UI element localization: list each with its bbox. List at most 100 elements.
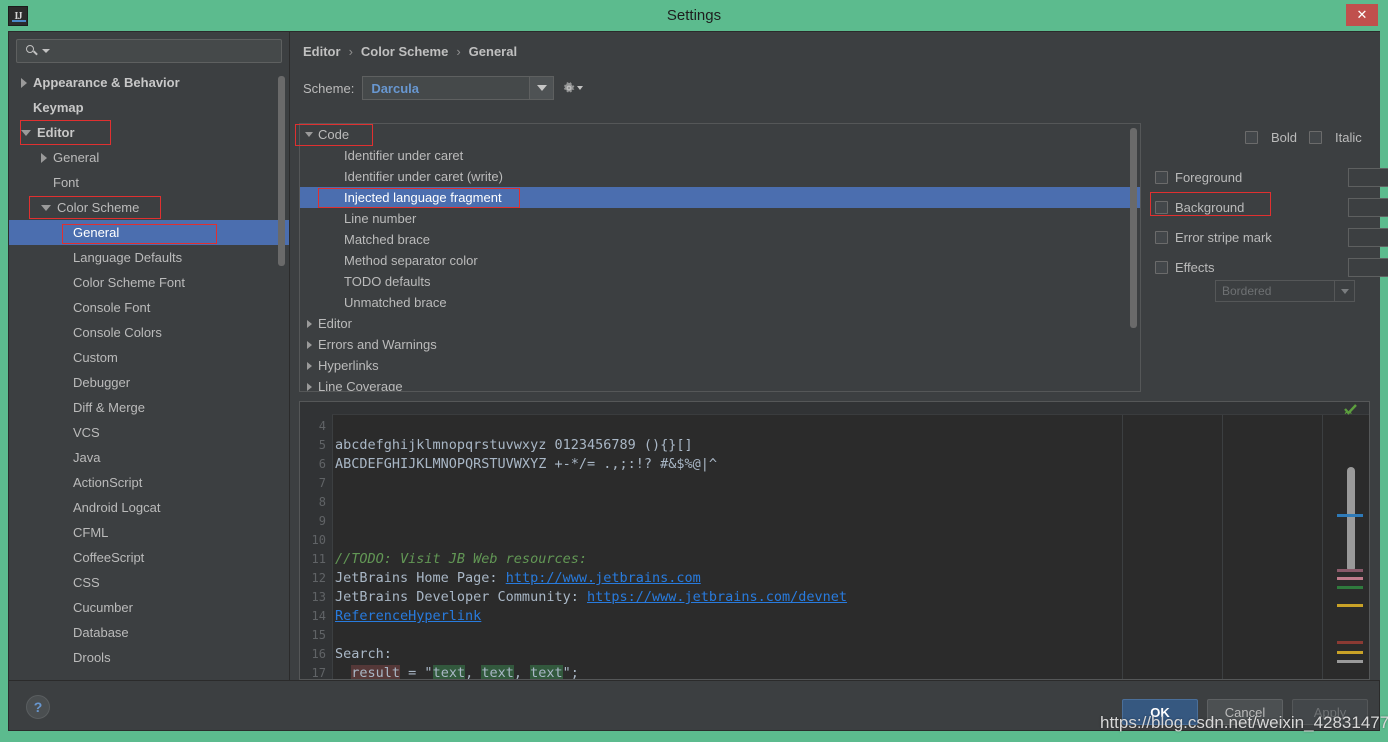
sidebar-item-appearance-behavior[interactable]: Appearance & Behavior bbox=[9, 70, 289, 95]
stripe-marker[interactable] bbox=[1337, 641, 1363, 644]
color-swatch[interactable] bbox=[1348, 227, 1388, 247]
background-checkbox[interactable] bbox=[1155, 200, 1168, 214]
code-token-link[interactable]: https://www.jetbrains.com/devnet bbox=[587, 589, 847, 605]
sidebar-item-console-colors[interactable]: Console Colors bbox=[9, 320, 289, 345]
color-swatch[interactable] bbox=[1348, 167, 1388, 187]
stripe-marker[interactable] bbox=[1337, 569, 1363, 572]
stripe-marker[interactable] bbox=[1337, 577, 1363, 580]
code-token-link[interactable]: http://www.jetbrains.com bbox=[506, 570, 701, 586]
line-number: 11 bbox=[311, 552, 326, 566]
inspection-ok-icon[interactable] bbox=[1343, 403, 1357, 415]
chevron-down-icon[interactable] bbox=[529, 77, 554, 99]
italic-option[interactable]: Italic bbox=[1309, 130, 1362, 145]
color-tree-item-editor[interactable]: Editor bbox=[300, 313, 1140, 334]
help-button[interactable]: ? bbox=[26, 695, 50, 719]
effect-type-combobox[interactable]: Bordered bbox=[1215, 280, 1355, 302]
color-tree-item-hyperlinks[interactable]: Hyperlinks bbox=[300, 355, 1140, 376]
effects-checkbox[interactable] bbox=[1155, 260, 1168, 274]
color-tree-item-identifier-under-caret-write[interactable]: Identifier under caret (write) bbox=[300, 166, 1140, 187]
color-swatch[interactable] bbox=[1348, 257, 1388, 277]
color-tree-item-line-coverage[interactable]: Line Coverage bbox=[300, 376, 1140, 391]
attribute-rows: Foreground Background Error stripe mark Eff… bbox=[1155, 162, 1388, 282]
code-token-plain: = " bbox=[400, 665, 433, 680]
color-tree-item-code[interactable]: Code bbox=[300, 124, 1140, 145]
stripe-marker[interactable] bbox=[1337, 514, 1363, 517]
chevron-right-icon[interactable] bbox=[300, 340, 318, 349]
color-tree-item-identifier-under-caret[interactable]: Identifier under caret bbox=[300, 145, 1140, 166]
title-bar: IJ Settings ✕ bbox=[0, 0, 1388, 31]
search-input[interactable] bbox=[50, 44, 281, 58]
line-number: 8 bbox=[318, 495, 326, 509]
sidebar-item-console-font[interactable]: Console Font bbox=[9, 295, 289, 320]
sidebar-item-diff-merge[interactable]: Diff & Merge bbox=[9, 395, 289, 420]
sidebar-item-label: CoffeeScript bbox=[73, 550, 145, 565]
sidebar-item-coffeescript[interactable]: CoffeeScript bbox=[9, 545, 289, 570]
color-tree-item-unmatched-brace[interactable]: Unmatched brace bbox=[300, 292, 1140, 313]
chevron-down-icon[interactable] bbox=[300, 132, 318, 137]
chevron-down-icon[interactable] bbox=[21, 129, 31, 136]
sidebar-item-color-scheme[interactable]: Color Scheme bbox=[9, 195, 289, 220]
breadcrumb-item[interactable]: General bbox=[469, 44, 517, 59]
color-tree-item-matched-brace[interactable]: Matched brace bbox=[300, 229, 1140, 250]
bold-checkbox[interactable] bbox=[1245, 131, 1258, 144]
line-number: 12 bbox=[311, 571, 326, 585]
preview-scrollbar-thumb[interactable] bbox=[1347, 467, 1355, 572]
chevron-right-icon[interactable] bbox=[300, 319, 318, 328]
stripe-marker[interactable] bbox=[1337, 604, 1363, 607]
sidebar-scrollbar-thumb[interactable] bbox=[278, 76, 285, 266]
color-tree-item-injected-language-fragment[interactable]: Injected language fragment bbox=[300, 187, 1140, 208]
foreground-checkbox[interactable] bbox=[1155, 170, 1168, 184]
sidebar-item-actionscript[interactable]: ActionScript bbox=[9, 470, 289, 495]
stripe-marker[interactable] bbox=[1337, 586, 1363, 589]
chevron-right-icon[interactable] bbox=[41, 152, 47, 163]
sidebar-item-language-defaults[interactable]: Language Defaults bbox=[9, 245, 289, 270]
stripe-marker[interactable] bbox=[1337, 660, 1363, 663]
color-tree-item-line-number[interactable]: Line number bbox=[300, 208, 1140, 229]
chevron-right-icon[interactable] bbox=[21, 77, 27, 88]
sidebar-item-font[interactable]: Font bbox=[9, 170, 289, 195]
color-tree-scrollbar-thumb[interactable] bbox=[1130, 128, 1137, 328]
breadcrumb-item[interactable]: Editor bbox=[303, 44, 341, 59]
sidebar-item-debugger[interactable]: Debugger bbox=[9, 370, 289, 395]
sidebar-item-vcs[interactable]: VCS bbox=[9, 420, 289, 445]
sidebar-item-label: Cucumber bbox=[73, 600, 133, 615]
sidebar-item-label: Keymap bbox=[33, 100, 84, 115]
sidebar-item-java[interactable]: Java bbox=[9, 445, 289, 470]
chevron-right-icon[interactable] bbox=[300, 361, 318, 370]
sidebar-item-cucumber[interactable]: Cucumber bbox=[9, 595, 289, 620]
sidebar-item-cfml[interactable]: CFML bbox=[9, 520, 289, 545]
sidebar-item-database[interactable]: Database bbox=[9, 620, 289, 645]
sidebar-item-editor[interactable]: Editor bbox=[9, 120, 289, 145]
sidebar-item-drools[interactable]: Drools bbox=[9, 645, 289, 670]
color-swatch[interactable] bbox=[1348, 197, 1388, 217]
sidebar-item-general[interactable]: General bbox=[9, 145, 289, 170]
chevron-right-icon[interactable] bbox=[300, 382, 318, 391]
sidebar-item-custom[interactable]: Custom bbox=[9, 345, 289, 370]
code-line: ABCDEFGHIJKLMNOPQRSTUVWXYZ +-*/= .,;:!? … bbox=[335, 455, 717, 474]
line-number: 7 bbox=[318, 476, 326, 490]
search-field[interactable] bbox=[16, 39, 282, 63]
sidebar-item-color-scheme-font[interactable]: Color Scheme Font bbox=[9, 270, 289, 295]
chevron-down-icon[interactable] bbox=[1334, 281, 1354, 301]
scheme-combobox[interactable]: Darcula bbox=[362, 76, 555, 100]
breadcrumb-item[interactable]: Color Scheme bbox=[361, 44, 448, 59]
chevron-down-icon[interactable] bbox=[42, 49, 50, 53]
sidebar-item-android-logcat[interactable]: Android Logcat bbox=[9, 495, 289, 520]
color-tree-item-errors-and-warnings[interactable]: Errors and Warnings bbox=[300, 334, 1140, 355]
sidebar-item-keymap[interactable]: Keymap bbox=[9, 95, 289, 120]
close-icon[interactable]: ✕ bbox=[1346, 4, 1378, 26]
sidebar-item-css[interactable]: CSS bbox=[9, 570, 289, 595]
chevron-down-icon[interactable] bbox=[577, 86, 584, 90]
code-token-link[interactable]: ReferenceHyperlink bbox=[335, 608, 481, 624]
code-preview[interactable]: 4 5 abcdefghijklmnopqrstuvwxyz 0123456789 … bbox=[299, 401, 1370, 680]
chevron-down-icon[interactable] bbox=[41, 204, 51, 211]
color-tree-item-method-separator-color[interactable]: Method separator color bbox=[300, 250, 1140, 271]
error-stripe-mark-checkbox[interactable] bbox=[1155, 230, 1168, 244]
scheme-settings-button[interactable] bbox=[562, 77, 584, 99]
sidebar-item-general[interactable]: General bbox=[9, 220, 289, 245]
bold-option[interactable]: Bold bbox=[1245, 130, 1297, 145]
italic-checkbox[interactable] bbox=[1309, 131, 1323, 144]
color-tree-item-todo-defaults[interactable]: TODO defaults bbox=[300, 271, 1140, 292]
stripe-marker[interactable] bbox=[1337, 651, 1363, 654]
color-settings-tree: Code Identifier under caret Identifier und… bbox=[300, 124, 1140, 391]
